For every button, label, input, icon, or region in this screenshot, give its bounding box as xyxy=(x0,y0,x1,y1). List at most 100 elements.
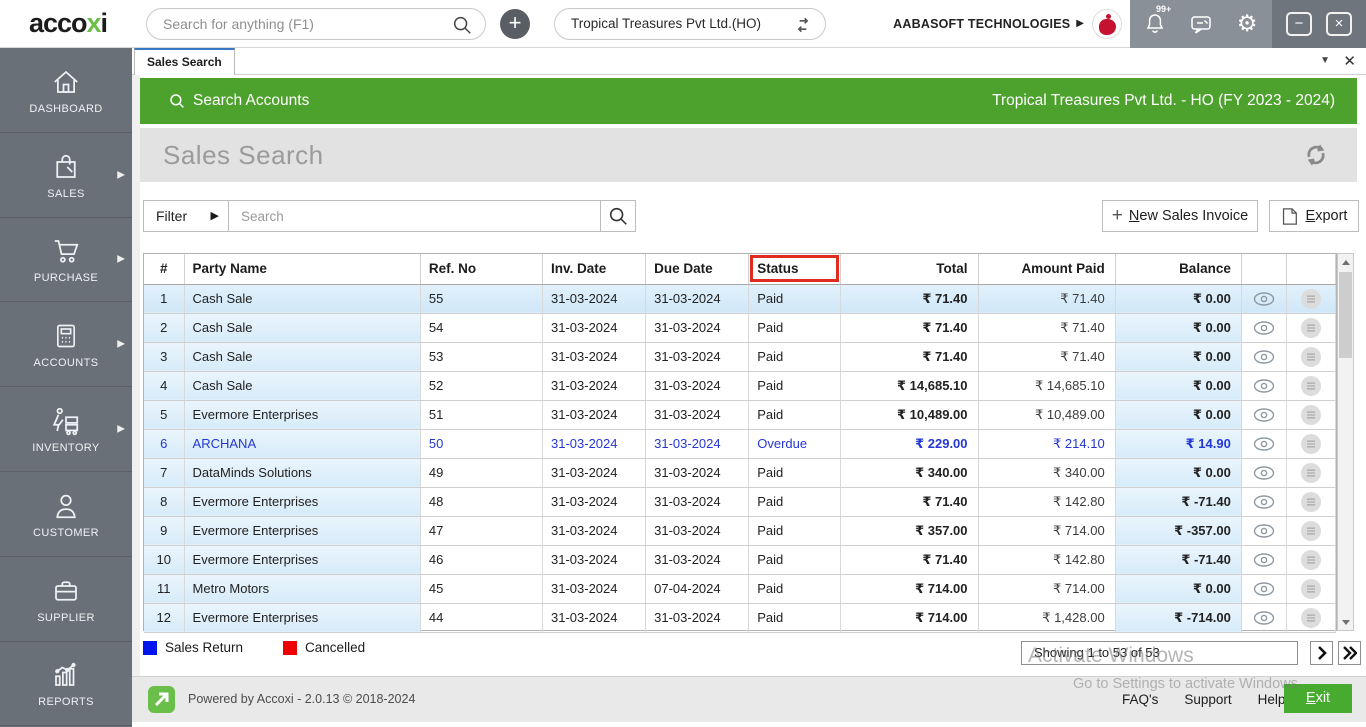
sidebar-item-sales[interactable]: SALES▶ xyxy=(0,133,132,218)
sidebar-item-customer[interactable]: CUSTOMER xyxy=(0,472,132,557)
row-menu-icon[interactable] xyxy=(1300,317,1322,339)
row-menu-icon[interactable] xyxy=(1300,491,1322,513)
tab-list-dropdown-icon[interactable]: ▼ xyxy=(1320,55,1330,66)
table-header-row: # Party Name Ref. No Inv. Date Due Date … xyxy=(144,254,1336,284)
col-header-duedate[interactable]: Due Date xyxy=(646,254,749,284)
settings-gear-icon[interactable]: ⚙ xyxy=(1234,11,1260,37)
table-search[interactable] xyxy=(228,200,601,232)
table-row[interactable]: 12Evermore Enterprises4431-03-202431-03-… xyxy=(144,603,1336,632)
scrollbar-thumb[interactable] xyxy=(1339,272,1352,358)
tab-sales-search[interactable]: Sales Search xyxy=(134,48,235,75)
table-row[interactable]: 1Cash Sale5531-03-202431-03-2024Paid₹ 71… xyxy=(144,284,1336,313)
view-invoice-eye-icon[interactable] xyxy=(1251,580,1277,598)
sidebar-item-purchase[interactable]: PURCHASE▶ xyxy=(0,218,132,303)
row-menu-icon[interactable] xyxy=(1300,578,1322,600)
plus-icon: + xyxy=(1112,205,1123,227)
title-band: Sales Search xyxy=(140,128,1357,182)
export-button[interactable]: Export xyxy=(1269,200,1359,232)
table-row[interactable]: 2Cash Sale5431-03-202431-03-2024Paid₹ 71… xyxy=(144,313,1336,342)
notifications-bell-icon[interactable]: 99+ xyxy=(1142,11,1168,37)
row-menu-icon[interactable] xyxy=(1300,520,1322,542)
row-menu-icon[interactable] xyxy=(1300,346,1322,368)
legend-item: Cancelled xyxy=(283,640,365,655)
table-row[interactable]: 5Evermore Enterprises5131-03-202431-03-2… xyxy=(144,400,1336,429)
global-search-input[interactable] xyxy=(163,16,448,32)
table-search-input[interactable] xyxy=(241,201,581,231)
footer-bar: Powered by Accoxi - 2.0.13 © 2018-2024 F… xyxy=(132,676,1366,722)
table-search-button[interactable] xyxy=(600,200,636,232)
row-menu-icon[interactable] xyxy=(1300,404,1322,426)
col-header-total[interactable]: Total xyxy=(841,254,978,284)
view-invoice-eye-icon[interactable] xyxy=(1251,522,1277,540)
refresh-icon[interactable] xyxy=(1301,140,1331,170)
view-invoice-eye-icon[interactable] xyxy=(1251,348,1277,366)
col-header-ref[interactable]: Ref. No xyxy=(420,254,542,284)
table-row[interactable]: 10Evermore Enterprises4631-03-202431-03-… xyxy=(144,545,1336,574)
next-page-button[interactable] xyxy=(1310,641,1333,665)
quick-add-button[interactable]: + xyxy=(500,9,530,39)
chart-icon xyxy=(50,658,82,692)
new-sales-invoice-button[interactable]: + New Sales Invoice xyxy=(1102,200,1258,232)
search-accounts-label: Search Accounts xyxy=(168,92,309,110)
table-row[interactable]: 11Metro Motors4531-03-202407-04-2024Paid… xyxy=(144,574,1336,603)
row-menu-icon[interactable] xyxy=(1300,433,1322,455)
col-header-invdate[interactable]: Inv. Date xyxy=(542,254,645,284)
col-header-status[interactable]: Status xyxy=(749,254,841,284)
table-row[interactable]: 8Evermore Enterprises4831-03-202431-03-2… xyxy=(144,487,1336,516)
vertical-scrollbar[interactable] xyxy=(1337,253,1354,631)
view-invoice-eye-icon[interactable] xyxy=(1251,609,1277,627)
sidebar-item-reports[interactable]: REPORTS xyxy=(0,642,132,727)
table-row[interactable]: 9Evermore Enterprises4731-03-202431-03-2… xyxy=(144,516,1336,545)
search-icon xyxy=(607,205,629,227)
col-header-num[interactable]: # xyxy=(144,254,184,284)
search-icon xyxy=(451,14,473,36)
view-invoice-eye-icon[interactable] xyxy=(1251,435,1277,453)
close-button[interactable]: × xyxy=(1326,12,1352,36)
sidebar-item-inventory[interactable]: INVENTORY▶ xyxy=(0,387,132,472)
table-row[interactable]: 4Cash Sale5231-03-202431-03-2024Paid₹ 14… xyxy=(144,371,1336,400)
col-header-balance[interactable]: Balance xyxy=(1115,254,1241,284)
chevron-right-icon: ▶ xyxy=(1076,18,1084,29)
filter-arrow-icon: ▶ xyxy=(211,201,219,231)
footer-link-help[interactable]: Help xyxy=(1258,692,1286,707)
last-page-button[interactable] xyxy=(1338,641,1361,665)
exit-button[interactable]: Exit xyxy=(1284,684,1352,713)
row-menu-icon[interactable] xyxy=(1300,288,1322,310)
row-menu-icon[interactable] xyxy=(1300,607,1322,629)
window-controls: − × xyxy=(1272,0,1366,48)
view-invoice-eye-icon[interactable] xyxy=(1251,551,1277,569)
view-invoice-eye-icon[interactable] xyxy=(1251,290,1277,308)
switch-company-icon[interactable] xyxy=(793,15,813,35)
view-invoice-eye-icon[interactable] xyxy=(1251,406,1277,424)
sidebar-item-supplier[interactable]: SUPPLIER xyxy=(0,557,132,642)
table-row[interactable]: 7DataMinds Solutions4931-03-202431-03-20… xyxy=(144,458,1336,487)
avatar[interactable] xyxy=(1092,9,1122,39)
user-account[interactable]: AABASOFT TECHNOLOGIES ▶ xyxy=(893,9,1122,39)
global-search[interactable] xyxy=(146,8,486,40)
table-row[interactable]: 6ARCHANA5031-03-202431-03-2024Overdue₹ 2… xyxy=(144,429,1336,458)
row-menu-icon[interactable] xyxy=(1300,462,1322,484)
scroll-up-icon[interactable] xyxy=(1338,254,1353,270)
row-menu-icon[interactable] xyxy=(1300,549,1322,571)
messages-icon[interactable] xyxy=(1188,11,1214,37)
chevron-right-icon: ▶ xyxy=(117,424,125,435)
module-header: Search Accounts Tropical Treasures Pvt L… xyxy=(140,78,1357,124)
footer-link-faqs[interactable]: FAQ's xyxy=(1122,692,1158,707)
cart-icon xyxy=(50,234,82,268)
scroll-down-icon[interactable] xyxy=(1338,614,1353,630)
sidebar-item-accounts[interactable]: ACCOUNTS▶ xyxy=(0,302,132,387)
row-menu-icon[interactable] xyxy=(1300,375,1322,397)
view-invoice-eye-icon[interactable] xyxy=(1251,493,1277,511)
view-invoice-eye-icon[interactable] xyxy=(1251,319,1277,337)
col-header-party[interactable]: Party Name xyxy=(184,254,420,284)
filter-dropdown[interactable]: Filter▶ xyxy=(143,200,229,232)
minimize-button[interactable]: − xyxy=(1286,12,1312,36)
col-header-paid[interactable]: Amount Paid xyxy=(978,254,1115,284)
tab-close-icon[interactable]: ✕ xyxy=(1343,52,1356,70)
footer-link-support[interactable]: Support xyxy=(1184,692,1231,707)
view-invoice-eye-icon[interactable] xyxy=(1251,377,1277,395)
table-row[interactable]: 3Cash Sale5331-03-202431-03-2024Paid₹ 71… xyxy=(144,342,1336,371)
sidebar-item-dashboard[interactable]: DASHBOARD xyxy=(0,48,132,133)
view-invoice-eye-icon[interactable] xyxy=(1251,464,1277,482)
company-selector[interactable]: Tropical Treasures Pvt Ltd.(HO) xyxy=(554,8,826,40)
